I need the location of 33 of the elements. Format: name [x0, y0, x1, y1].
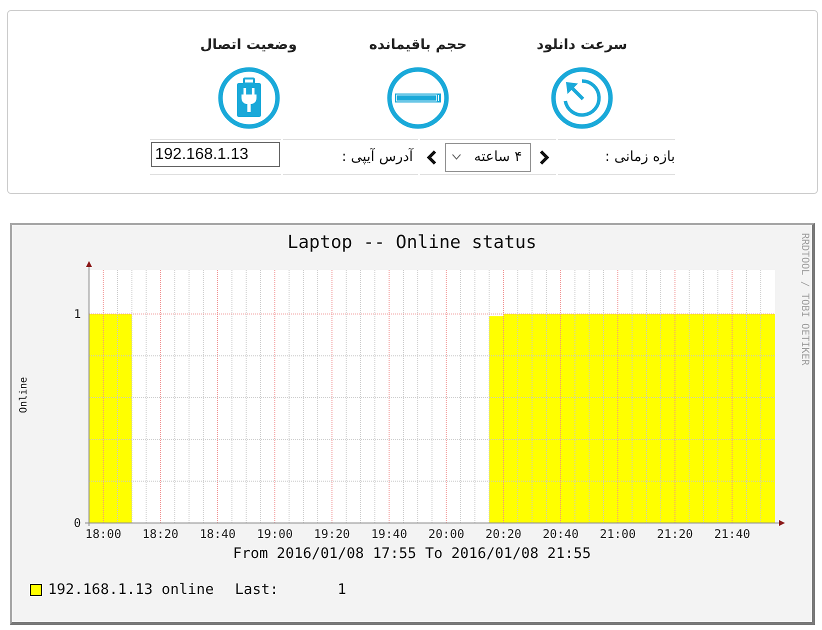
- caret-down-icon: [452, 154, 461, 160]
- stat-title: سرعت دانلود: [536, 36, 628, 54]
- bar-icon: [387, 67, 449, 129]
- stat-title: حجم باقیمانده: [369, 36, 467, 54]
- stat-title: وضعیت اتصال: [200, 36, 297, 54]
- range-select[interactable]: ۴ ساعته: [445, 142, 531, 172]
- battery-plug-icon: [218, 67, 280, 129]
- legend-label: 192.168.1.13 online: [48, 582, 214, 598]
- y-axis-label: Online: [18, 376, 30, 414]
- ip-label: آدرس آیپی :: [342, 147, 413, 166]
- y-tick-label: 1: [74, 307, 81, 321]
- x-tick-label: 19:40: [371, 527, 408, 541]
- credit-text: RRDTOOL / TOBI OETIKER: [799, 233, 809, 368]
- x-tick-label: 21:20: [656, 527, 694, 541]
- x-tick-label: 19:00: [256, 527, 293, 541]
- x-tick-label: 18:20: [142, 527, 179, 541]
- x-tick-label: 21:40: [714, 527, 750, 541]
- chart-title: Laptop -- Online status: [287, 232, 537, 253]
- x-tick-label: 20:40: [542, 527, 579, 541]
- x-tick-label: 19:20: [314, 527, 350, 541]
- y-tick-label: 0: [74, 516, 81, 530]
- x-tick-label: 21:00: [600, 527, 636, 541]
- ip-input-field[interactable]: 192.168.1.13: [151, 142, 280, 167]
- time-range-caption: From 2016/01/08 17:55 To 2016/01/08 21:55: [233, 546, 591, 562]
- x-tick-label: 20:20: [485, 527, 522, 541]
- legend-last-value: 1: [338, 582, 346, 598]
- x-tick-label: 20:00: [428, 527, 464, 541]
- chevron-left-icon[interactable]: [426, 150, 437, 164]
- x-tick-label: 18:40: [200, 527, 236, 541]
- range-label: بازه زمانی :: [605, 148, 675, 166]
- x-tick-label: 18:00: [85, 527, 122, 541]
- legend-last-label: Last:: [234, 582, 279, 598]
- chevron-right-icon[interactable]: [539, 150, 550, 164]
